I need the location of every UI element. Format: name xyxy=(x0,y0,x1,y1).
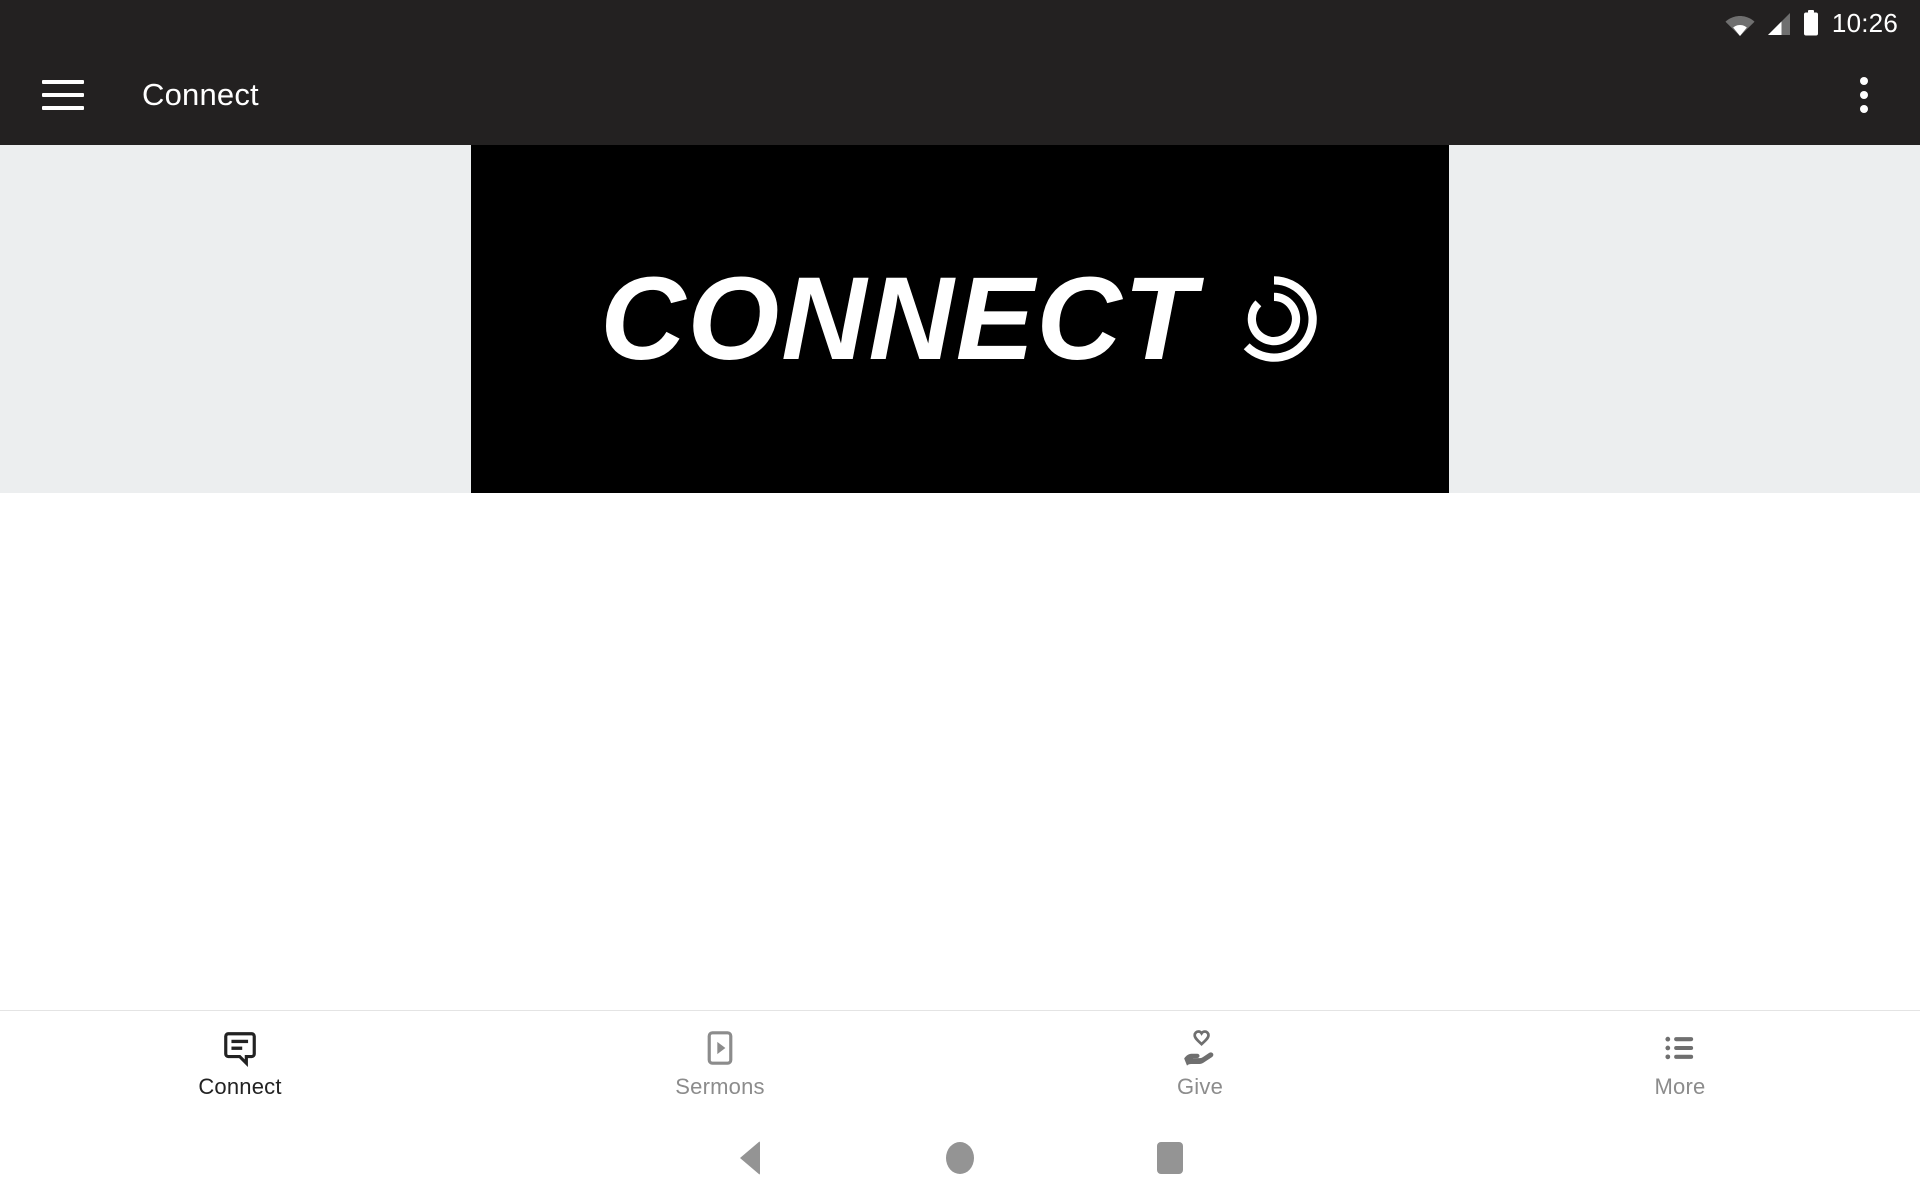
hand-holding-heart-icon xyxy=(1184,1029,1214,1066)
tab-connect[interactable]: Connect xyxy=(0,1011,480,1115)
overflow-menu-icon[interactable] xyxy=(1836,67,1892,123)
chat-bubble-icon xyxy=(224,1031,256,1067)
hamburger-line xyxy=(42,106,84,110)
banner-wordmark: CONNECT xyxy=(600,253,1198,385)
status-bar-clock: 10:26 xyxy=(1831,7,1898,38)
page-title: Connect xyxy=(142,77,259,112)
content-area xyxy=(0,493,1920,1010)
app-screen: 10:26 Connect CONNECT Connect Sermons Gi… xyxy=(0,0,1920,1200)
connect-banner-image[interactable]: CONNECT xyxy=(471,145,1449,493)
nav-recents-button[interactable] xyxy=(1065,1141,1275,1174)
tab-label: Connect xyxy=(198,1073,282,1099)
tab-label: Sermons xyxy=(675,1073,765,1099)
hamburger-line xyxy=(42,93,84,97)
overflow-dot xyxy=(1860,91,1868,99)
banner-band: CONNECT xyxy=(0,145,1920,493)
overflow-dot xyxy=(1860,105,1868,113)
app-bar: Connect xyxy=(0,45,1920,145)
status-bar: 10:26 xyxy=(0,0,1920,45)
recents-square-icon xyxy=(1157,1141,1183,1174)
status-bar-icons xyxy=(1725,9,1819,36)
bottom-tab-bar: Connect Sermons Give More xyxy=(0,1010,1920,1115)
tab-label: Give xyxy=(1176,1073,1224,1099)
tab-more[interactable]: More xyxy=(1440,1011,1920,1115)
overflow-dot xyxy=(1860,77,1868,85)
bulleted-list-icon xyxy=(1665,1036,1694,1059)
tab-label: More xyxy=(1654,1073,1706,1099)
video-play-device-icon xyxy=(707,1030,733,1065)
hamburger-line xyxy=(42,80,84,84)
hamburger-menu-icon[interactable] xyxy=(42,80,84,110)
home-circle-icon xyxy=(946,1141,974,1174)
nav-back-button[interactable] xyxy=(645,1140,855,1175)
connect-rings-logo-icon xyxy=(1243,276,1317,362)
cellular-signal-icon xyxy=(1767,12,1790,35)
wifi-icon xyxy=(1725,15,1755,36)
battery-icon xyxy=(1803,9,1818,35)
tab-sermons[interactable]: Sermons xyxy=(480,1011,960,1115)
system-navigation-bar xyxy=(0,1115,1920,1200)
tab-give[interactable]: Give xyxy=(960,1011,1440,1115)
nav-home-button[interactable] xyxy=(855,1141,1065,1174)
back-triangle-icon xyxy=(740,1140,760,1175)
